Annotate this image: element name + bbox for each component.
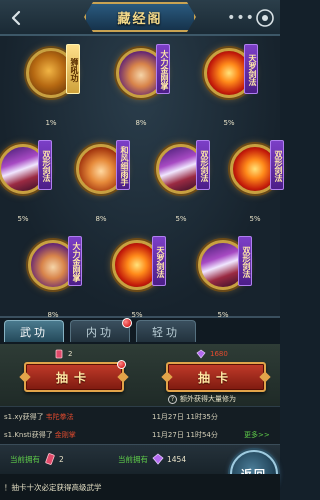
log-player: s1.Knsti获得了	[4, 431, 53, 439]
top-bar: 藏经阁 •••	[0, 0, 280, 36]
book-percent: 5%	[175, 215, 187, 223]
card-token-icon	[45, 453, 55, 465]
book-percent: 5%	[17, 215, 29, 223]
more-options-button[interactable]: •••	[227, 7, 254, 29]
book-card[interactable]: 大力金刚掌 8%	[24, 232, 88, 322]
book-name: 天罗剑法	[152, 236, 166, 286]
book-name: 双形剑法	[38, 140, 52, 190]
book-card[interactable]: 和风细雨手 8%	[72, 136, 136, 226]
book-card[interactable]: 天罗剑法 5%	[108, 232, 172, 322]
inventory-label: 当前拥有	[118, 454, 148, 464]
page-title-plate: 藏经阁	[84, 2, 196, 32]
draw-log: s1.xy获得了 韦陀拳法 11月27日 11时35分 s1.Knsti获得了 …	[0, 406, 280, 444]
log-item: 韦陀拳法	[45, 413, 74, 421]
bonus-note: ? 额外获得大量修为	[168, 394, 236, 404]
book-percent: 8%	[135, 119, 147, 127]
tab-martial[interactable]: 武功	[4, 320, 64, 342]
book-percent: 5%	[223, 119, 235, 127]
book-percent: 1%	[45, 119, 57, 127]
book-name: 双形剑法	[270, 140, 284, 190]
card-token-icon	[55, 349, 63, 359]
book-card[interactable]: 双形剑法 5%	[226, 136, 290, 226]
book-percent: 5%	[249, 215, 261, 223]
book-card[interactable]: 大力金刚掌 8%	[112, 40, 176, 130]
log-item: 金刚掌	[54, 431, 76, 439]
book-name: 狮吼功	[66, 44, 80, 94]
book-name: 大力金刚掌	[68, 236, 82, 286]
left-cost-value: 2	[68, 350, 73, 358]
right-cost-value: 1680	[210, 350, 228, 358]
inventory-gems: 当前拥有 1454	[118, 453, 186, 465]
info-icon: ?	[168, 394, 177, 404]
book-card[interactable]: 天罗剑法 5%	[200, 40, 264, 130]
back-arrow-icon[interactable]	[8, 9, 26, 27]
inventory-label: 当前拥有	[10, 454, 40, 464]
book-name: 和风细雨手	[116, 140, 130, 190]
more-log-link[interactable]: 更多>>	[244, 430, 270, 440]
right-cost: 1680	[196, 348, 228, 360]
book-name: 大力金刚掌	[156, 44, 170, 94]
tip-text: ！抽卡十次必定获得高级武学	[0, 474, 280, 500]
book-grid: 狮吼功 1% 大力金刚掌 8% 天罗剑法 5% 双形剑法 5% 和风细雨手 8%…	[0, 36, 284, 319]
gem-icon	[152, 453, 164, 465]
inventory-value: 2	[59, 454, 64, 464]
book-card[interactable]: 狮吼功 1%	[22, 40, 86, 130]
page-title: 藏经阁	[117, 11, 163, 27]
log-player: s1.xy获得了	[4, 413, 44, 421]
tab-internal[interactable]: 内功	[70, 320, 130, 342]
book-card[interactable]: 双形剑法 5%	[152, 136, 216, 226]
log-time: 11月27日 11时54分	[152, 431, 218, 439]
book-percent: 8%	[95, 215, 107, 223]
book-name: 双形剑法	[238, 236, 252, 286]
log-row: s1.Knsti获得了 金刚掌 11月27日 11时54分 更多>>	[4, 427, 276, 443]
bonus-note-text: 额外获得大量修为	[180, 395, 236, 403]
left-cost: 2	[54, 348, 72, 360]
draw-card-button-right[interactable]: 抽卡	[166, 362, 266, 392]
draw-panel: 2 1680 抽卡 抽卡 ? 额外获得大量修为	[0, 344, 280, 406]
close-icon[interactable]	[254, 7, 276, 29]
book-card[interactable]: 双形剑法 5%	[0, 136, 58, 226]
log-time: 11月27日 11时35分	[152, 413, 218, 421]
log-row: s1.xy获得了 韦陀拳法 11月27日 11时35分	[4, 409, 276, 425]
draw-card-button-left[interactable]: 抽卡	[24, 362, 124, 392]
gem-icon	[196, 349, 206, 359]
book-card[interactable]: 双形剑法 5%	[194, 232, 258, 322]
notification-dot	[117, 360, 126, 369]
inventory-value: 1454	[167, 454, 187, 464]
tab-bar: 武功 内功 轻功	[0, 318, 280, 344]
book-name: 双形剑法	[196, 140, 210, 190]
notification-dot	[122, 318, 132, 328]
book-name: 天罗剑法	[244, 44, 258, 94]
inventory-cards: 当前拥有 2	[10, 453, 64, 465]
tab-lightness[interactable]: 轻功	[136, 320, 196, 342]
